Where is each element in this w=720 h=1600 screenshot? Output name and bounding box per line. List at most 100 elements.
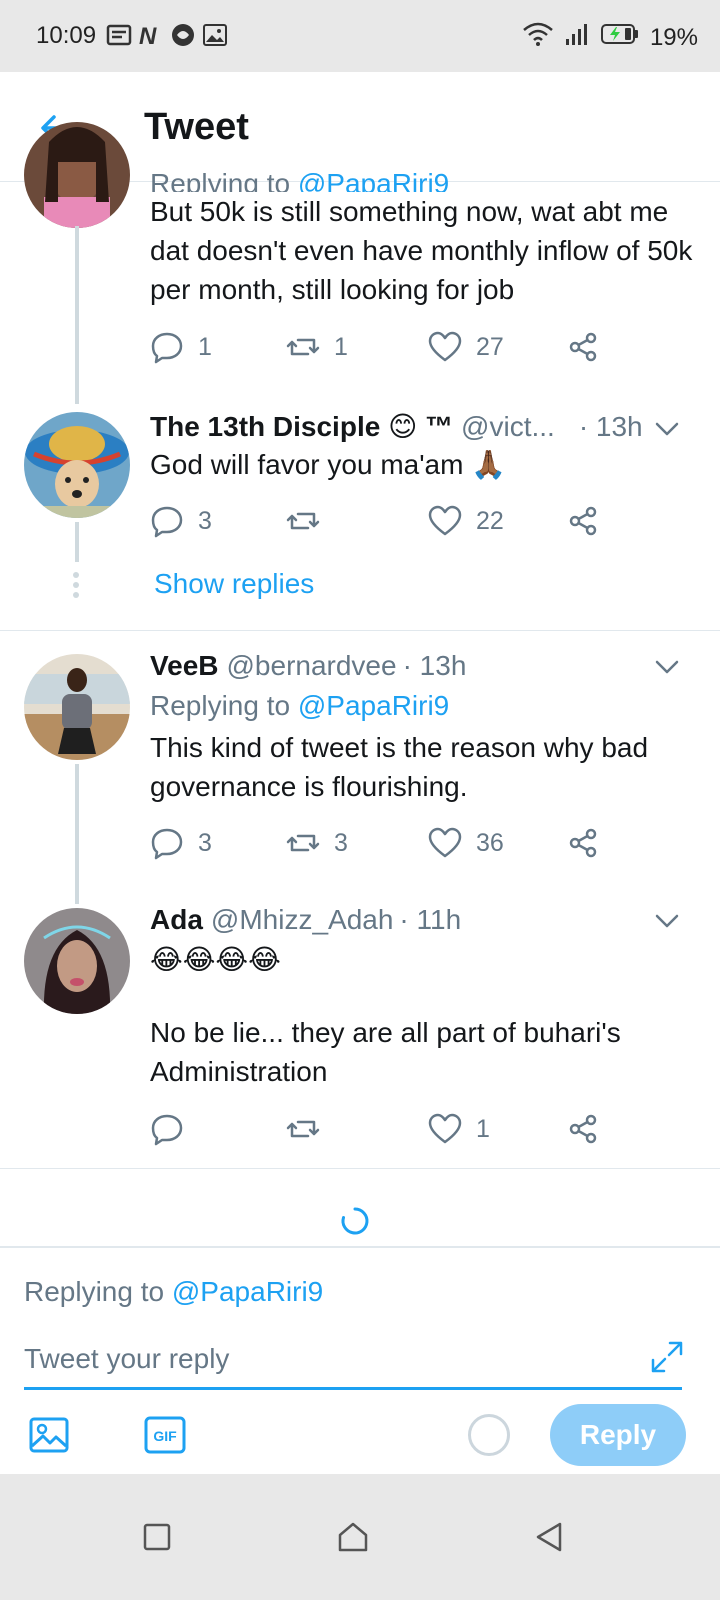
reply-icon bbox=[151, 1114, 183, 1146]
author-handle[interactable]: @bernardvee bbox=[227, 650, 397, 682]
tweet-time: · 11h bbox=[399, 904, 462, 935]
battery-percent: 19% bbox=[649, 23, 698, 51]
retweet-button[interactable] bbox=[286, 504, 334, 538]
replying-to: Replying to @PapaRiri9 bbox=[24, 1276, 324, 1307]
like-button[interactable]: 1 bbox=[428, 1112, 490, 1146]
tweet-meta: Ada @Mhizz_Adah · 11h bbox=[150, 904, 696, 936]
thread-line bbox=[75, 226, 79, 404]
expand-icon[interactable] bbox=[650, 1340, 684, 1374]
reply-submit-button[interactable]: Reply bbox=[550, 1404, 686, 1466]
app-icon bbox=[170, 22, 196, 48]
tweet-text: This kind of tweet is the reason why bad… bbox=[150, 732, 649, 802]
avatar[interactable] bbox=[24, 412, 130, 518]
page-title: Tweet bbox=[144, 106, 249, 148]
author-name[interactable]: Ada bbox=[150, 904, 203, 936]
like-count: 27 bbox=[476, 332, 504, 361]
tweet-meta: The 13th Disciple 😊 ™ @vict... · 13h bbox=[150, 410, 696, 443]
replying-to: Replying to @PapaRiri9 bbox=[150, 690, 450, 721]
svg-text:N: N bbox=[139, 23, 157, 48]
tweet-time: · 13h bbox=[402, 650, 467, 681]
share-button[interactable] bbox=[566, 1112, 600, 1146]
share-button[interactable] bbox=[566, 330, 600, 364]
avatar[interactable] bbox=[24, 908, 130, 1014]
tweet-actions: 3 22 bbox=[150, 504, 650, 544]
signal-icon bbox=[564, 21, 590, 54]
like-count: 36 bbox=[476, 828, 504, 857]
reply-composer: Replying to @PapaRiri9 GIF Reply bbox=[0, 1246, 720, 1474]
like-button[interactable]: 27 bbox=[428, 330, 504, 364]
tweet-item[interactable]: Replying to @PapaRiri9 But 50k is still … bbox=[0, 122, 720, 404]
author-name[interactable]: VeeB bbox=[150, 650, 219, 682]
battery-icon bbox=[600, 22, 640, 53]
replying-to-mention[interactable]: @PapaRiri9 bbox=[172, 1276, 323, 1307]
retweet-button[interactable]: 3 bbox=[286, 826, 348, 860]
tweet-actions: 3 3 36 bbox=[150, 826, 650, 866]
image-icon[interactable] bbox=[28, 1414, 70, 1456]
avatar[interactable] bbox=[24, 122, 130, 228]
author-handle[interactable]: @vict... bbox=[461, 411, 555, 443]
share-button[interactable] bbox=[566, 826, 600, 860]
tweet-emoji: 😂😂😂😂 bbox=[150, 944, 281, 975]
tweet-text: God will favor you ma'am 🙏🏾 bbox=[150, 449, 507, 480]
loading-spinner-icon bbox=[340, 1206, 370, 1236]
author-name[interactable]: The 13th Disciple 😊 ™ bbox=[150, 410, 453, 443]
reply-button[interactable]: 3 bbox=[150, 504, 212, 538]
image-icon bbox=[202, 22, 228, 48]
replying-to: Replying to @PapaRiri9 bbox=[150, 168, 696, 192]
like-count: 22 bbox=[476, 506, 504, 535]
share-icon bbox=[569, 1114, 597, 1144]
retweet-count: 3 bbox=[334, 828, 348, 857]
like-button[interactable]: 22 bbox=[428, 504, 504, 538]
replying-to-mention[interactable]: @PapaRiri9 bbox=[298, 168, 449, 192]
reply-button[interactable]: 3 bbox=[150, 826, 212, 860]
tweet-item[interactable]: VeeB @bernardvee · 13h Replying to @Papa… bbox=[0, 632, 720, 904]
n-app-icon: N bbox=[138, 22, 164, 50]
recents-icon[interactable] bbox=[140, 1520, 174, 1554]
tweet-time: · 13h bbox=[578, 410, 643, 442]
chevron-down-icon[interactable] bbox=[654, 654, 680, 680]
heart-icon bbox=[428, 505, 462, 536]
avatar[interactable] bbox=[24, 654, 130, 760]
tweet-text: No be lie... they are all part of buhari… bbox=[150, 1017, 621, 1087]
share-icon bbox=[569, 828, 597, 858]
author-handle[interactable]: @Mhizz_Adah bbox=[211, 904, 394, 936]
like-button[interactable]: 36 bbox=[428, 826, 504, 860]
thread-dots bbox=[73, 572, 81, 598]
share-button[interactable] bbox=[566, 504, 600, 538]
divider bbox=[0, 630, 720, 631]
reply-button[interactable]: 1 bbox=[150, 330, 212, 364]
divider bbox=[0, 1168, 720, 1169]
retweet-icon bbox=[286, 1120, 320, 1138]
heart-icon bbox=[428, 1113, 462, 1144]
replying-to-mention[interactable]: @PapaRiri9 bbox=[298, 690, 449, 721]
notification-icon bbox=[106, 22, 132, 48]
chevron-down-icon[interactable] bbox=[654, 416, 680, 442]
retweet-icon bbox=[286, 512, 320, 530]
heart-icon bbox=[428, 827, 462, 858]
back-icon[interactable] bbox=[532, 1520, 566, 1554]
reply-button[interactable] bbox=[150, 1112, 198, 1146]
tweet-item[interactable]: Ada @Mhizz_Adah · 11h 😂😂😂😂 No be lie... … bbox=[0, 892, 720, 1168]
wifi-icon bbox=[522, 20, 554, 55]
tweet-meta: VeeB @bernardvee · 13h bbox=[150, 650, 696, 682]
status-time: 10:09 bbox=[36, 22, 97, 49]
system-nav-bar bbox=[0, 1474, 720, 1600]
show-replies-link[interactable]: Show replies bbox=[154, 568, 314, 600]
like-count: 1 bbox=[476, 1114, 490, 1143]
status-right: 19% bbox=[522, 20, 698, 55]
thread-line bbox=[75, 522, 79, 562]
character-counter bbox=[468, 1414, 510, 1456]
retweet-count: 1 bbox=[334, 332, 348, 361]
tweet-actions: 1 bbox=[150, 1112, 650, 1152]
reply-count: 1 bbox=[198, 332, 212, 361]
retweet-button[interactable] bbox=[286, 1112, 334, 1146]
retweet-button[interactable]: 1 bbox=[286, 330, 348, 364]
chevron-down-icon[interactable] bbox=[654, 908, 680, 934]
gif-icon[interactable]: GIF bbox=[144, 1414, 186, 1456]
retweet-icon bbox=[286, 834, 320, 852]
reply-icon bbox=[151, 506, 183, 538]
tweet-item[interactable]: The 13th Disciple 😊 ™ @vict... · 13h God… bbox=[0, 402, 720, 630]
home-icon[interactable] bbox=[336, 1520, 370, 1554]
retweet-icon bbox=[286, 338, 320, 356]
reply-input[interactable] bbox=[24, 1330, 682, 1390]
